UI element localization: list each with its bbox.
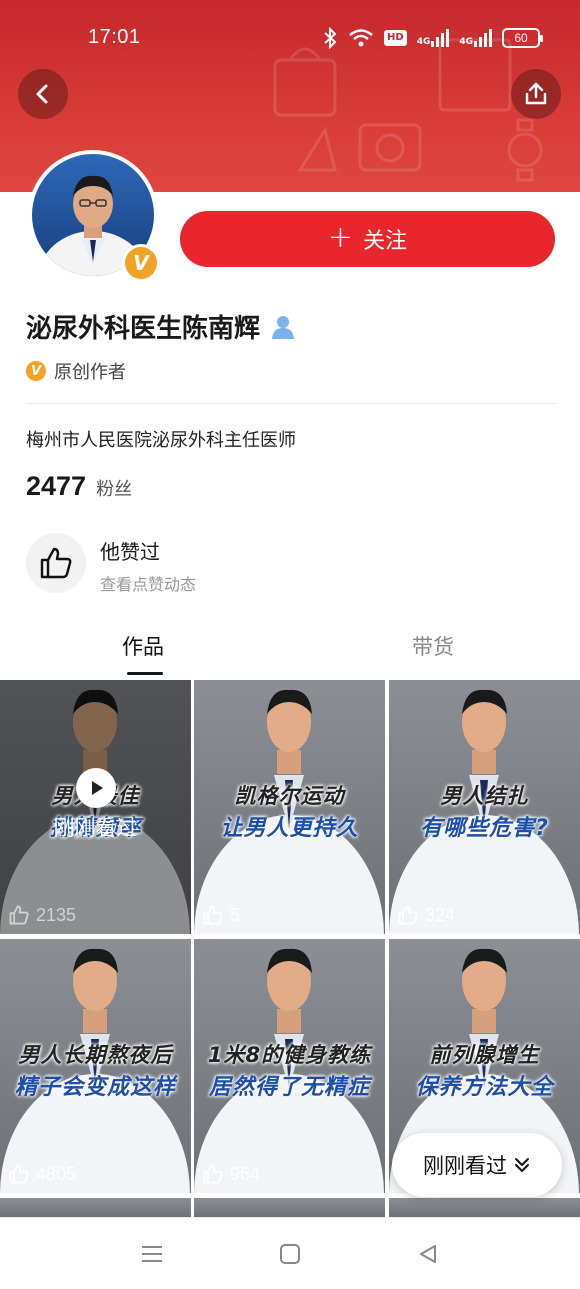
thumbs-up-icon	[40, 547, 72, 579]
wifi-icon	[349, 29, 373, 47]
follow-button[interactable]: + 关注	[180, 211, 555, 267]
video-card[interactable]: 男人长期熬夜后 精子会变成这样 4805	[0, 939, 191, 1193]
video-likes: 964	[202, 1163, 260, 1185]
video-caption-line1: 男人长期熬夜后	[18, 1043, 173, 1067]
thumbs-up-icon	[203, 1164, 223, 1184]
video-likes-count: 2135	[36, 904, 77, 925]
video-card[interactable]	[0, 1198, 191, 1218]
video-caption-line1: 凯格尔运动	[234, 784, 345, 808]
hd-icon: HD	[384, 30, 407, 46]
battery-icon: 60	[502, 28, 543, 48]
system-nav-bar	[0, 1217, 580, 1289]
profile-name: 泌尿外科医生陈南辉	[26, 308, 296, 345]
liked-entry-icon-wrap[interactable]	[26, 533, 86, 593]
original-author-tag: V 原创作者	[26, 358, 126, 384]
video-likes: 324	[397, 904, 455, 926]
video-card[interactable]	[194, 1198, 385, 1218]
video-caption-line1: 前列腺增生	[429, 1043, 540, 1067]
bluetooth-icon	[324, 27, 337, 49]
liked-title[interactable]: 他赞过	[100, 536, 160, 565]
recently-watched-label: 刚刚看过	[423, 1154, 507, 1178]
thumbs-up-icon	[9, 1164, 29, 1184]
fans-count[interactable]: 2477 粉丝	[26, 471, 132, 502]
video-caption-line2: 有哪些危害?	[420, 816, 549, 841]
divider	[26, 403, 556, 404]
video-likes: 2135	[8, 904, 76, 926]
back-system-button[interactable]	[414, 1240, 442, 1268]
video-likes-count: 4805	[36, 1163, 77, 1184]
liked-subtitle[interactable]: 查看点赞动态	[100, 571, 196, 595]
video-card[interactable]: 1米8的健身教练 居然得了无精症 964	[194, 939, 385, 1193]
tab-goods[interactable]: 带货	[412, 631, 454, 661]
original-author-label: 原创作者	[54, 362, 126, 383]
video-likes: 4805	[8, 1163, 76, 1185]
profile-bio: 梅州市人民医院泌尿外科主任医师	[26, 430, 296, 451]
thumbs-up-icon	[203, 905, 223, 925]
video-card[interactable]	[389, 1198, 580, 1218]
video-card[interactable]: 凯格尔运动 让男人更持久 5	[194, 680, 385, 934]
video-caption-line2: 居然得了无精症	[208, 1075, 370, 1100]
fans-count-label: 粉丝	[96, 479, 133, 500]
double-chevron-down-icon	[515, 1158, 529, 1172]
tab-active-indicator	[127, 672, 163, 675]
video-caption-line2: 让男人更持久	[220, 816, 359, 841]
signal-4g-icon: 4G	[417, 29, 450, 47]
video-caption-line2: 保养方法大全	[415, 1075, 554, 1100]
thumbs-up-icon	[398, 905, 418, 925]
share-button[interactable]	[511, 69, 561, 119]
video-likes-count: 5	[230, 904, 241, 925]
status-bar: 17:01 HD 4G 4G 60	[0, 0, 580, 78]
menu-button[interactable]	[138, 1240, 166, 1268]
home-square-icon	[280, 1244, 300, 1264]
video-likes-count: 324	[425, 904, 456, 925]
video-caption-line1: 1米8的健身教练	[207, 1043, 372, 1067]
verified-v-icon: V	[125, 247, 157, 279]
follow-button-label: 关注	[363, 229, 408, 254]
profile-name-text: 泌尿外科医生陈南辉	[26, 314, 261, 344]
verified-badge: V	[122, 244, 160, 282]
thumbs-up-icon	[9, 905, 29, 925]
watched-overlay: 刚刚看过	[0, 768, 191, 842]
play-icon	[75, 768, 116, 808]
video-card[interactable]: 男人最佳 排精频率 刚刚看过 2135	[0, 680, 191, 934]
video-caption-line1: 男人结扎	[440, 784, 529, 808]
video-likes: 5	[202, 904, 240, 926]
video-card[interactable]: 男人结扎 有哪些危害? 324	[389, 680, 580, 934]
original-author-icon: V	[26, 361, 46, 381]
watched-overlay-label: 刚刚看过	[53, 816, 138, 840]
status-time: 17:01	[88, 26, 141, 48]
plus-icon: +	[327, 219, 354, 255]
signal-4g-icon: 4G	[459, 29, 492, 47]
recently-watched-button[interactable]: 刚刚看过	[392, 1133, 562, 1197]
video-likes-count: 964	[230, 1163, 261, 1184]
home-button[interactable]	[276, 1240, 304, 1268]
person-icon	[272, 315, 295, 339]
video-caption-line2: 精子会变成这样	[14, 1075, 176, 1100]
tab-works[interactable]: 作品	[122, 631, 164, 661]
chevron-left-icon	[36, 84, 48, 104]
back-button[interactable]	[18, 69, 68, 119]
triangle-back-icon	[420, 1245, 436, 1263]
share-icon	[525, 82, 547, 105]
fans-count-number: 2477	[26, 471, 87, 501]
menu-icon	[142, 1246, 162, 1262]
